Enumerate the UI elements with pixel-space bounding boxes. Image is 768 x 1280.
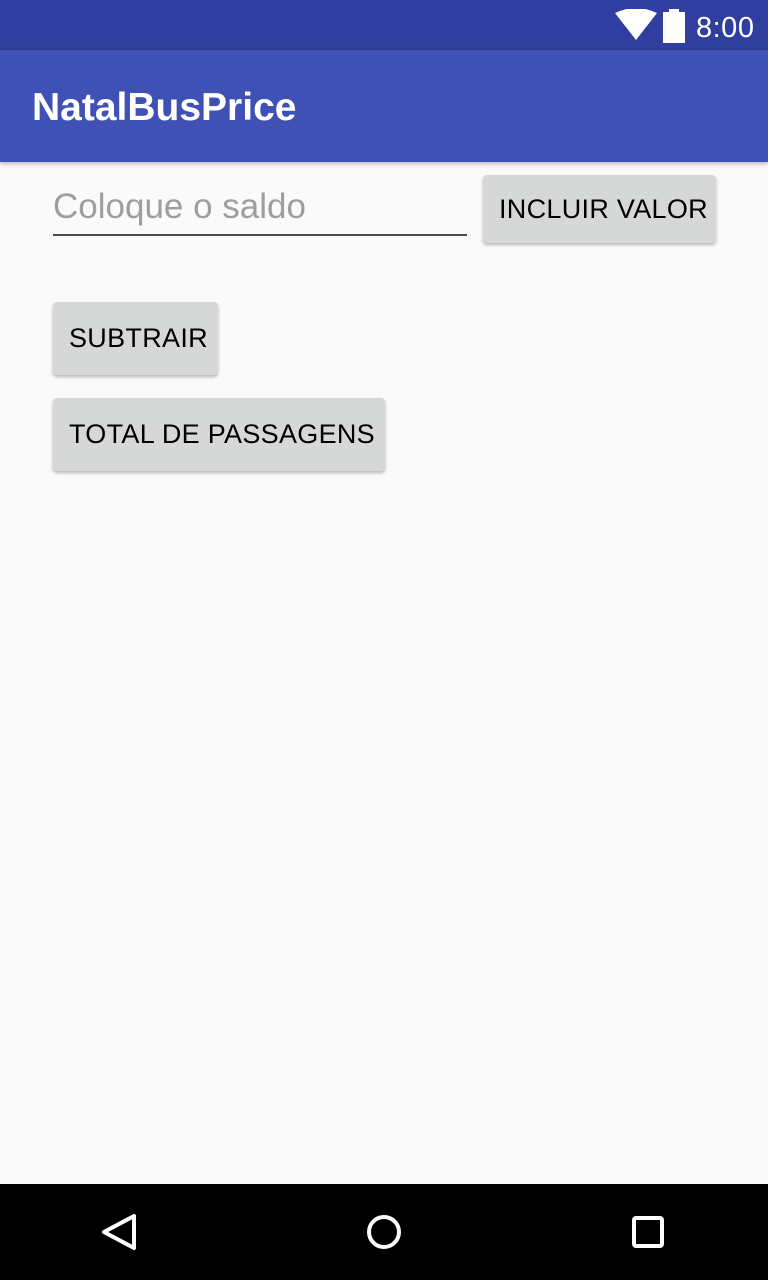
status-time: 8:00 bbox=[696, 12, 755, 44]
back-icon[interactable] bbox=[96, 1208, 144, 1256]
subtract-button[interactable]: SUBTRAIR bbox=[53, 302, 218, 375]
recents-icon[interactable] bbox=[624, 1208, 672, 1256]
status-bar: 8:00 bbox=[0, 0, 768, 50]
total-fares-button[interactable]: TOTAL DE PASSAGENS bbox=[53, 398, 385, 471]
add-value-button[interactable]: INCLUIR VALOR bbox=[483, 175, 716, 243]
app-title: NatalBusPrice bbox=[32, 86, 297, 129]
balance-input[interactable] bbox=[53, 186, 467, 236]
navigation-bar bbox=[0, 1184, 768, 1280]
wifi-icon bbox=[615, 9, 657, 40]
battery-icon bbox=[663, 9, 685, 43]
app-bar: NatalBusPrice bbox=[0, 50, 768, 162]
home-icon[interactable] bbox=[360, 1208, 408, 1256]
